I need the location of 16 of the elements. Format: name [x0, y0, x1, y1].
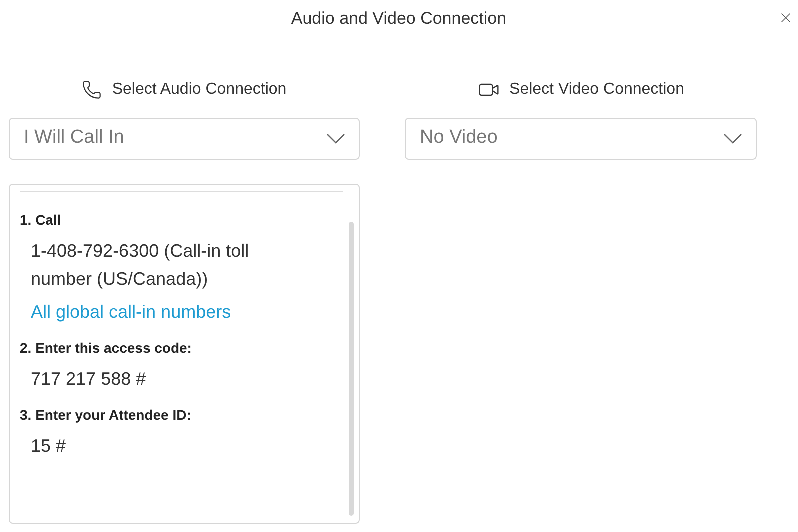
- step-text: 1-408-792-6300 (Call-in toll number (US/Canada)): [30, 240, 250, 291]
- step-text: 717 217 588 #: [30, 368, 148, 390]
- audio-label: Select Audio Connection: [112, 80, 287, 100]
- window-title: Audio and Video Connection: [291, 8, 507, 30]
- chevron-down-icon: [724, 134, 742, 144]
- scrollbar[interactable]: [349, 222, 354, 516]
- video-label: Select Video Connection: [510, 80, 684, 100]
- call-in-numbers-link[interactable]: All global call-in numbers: [20, 298, 319, 326]
- step-text: 15 #: [30, 434, 68, 458]
- step-heading: 2. Enter this access code:: [20, 338, 193, 358]
- phone-icon: [82, 80, 102, 100]
- dropdown[interactable]: I Will Call In: [9, 118, 360, 160]
- dropdown[interactable]: No Video: [405, 118, 757, 160]
- chevron-down-icon: [327, 134, 345, 144]
- step-heading: 3. Enter your Attendee ID:: [20, 406, 192, 425]
- step-heading: 1. Call: [20, 210, 62, 230]
